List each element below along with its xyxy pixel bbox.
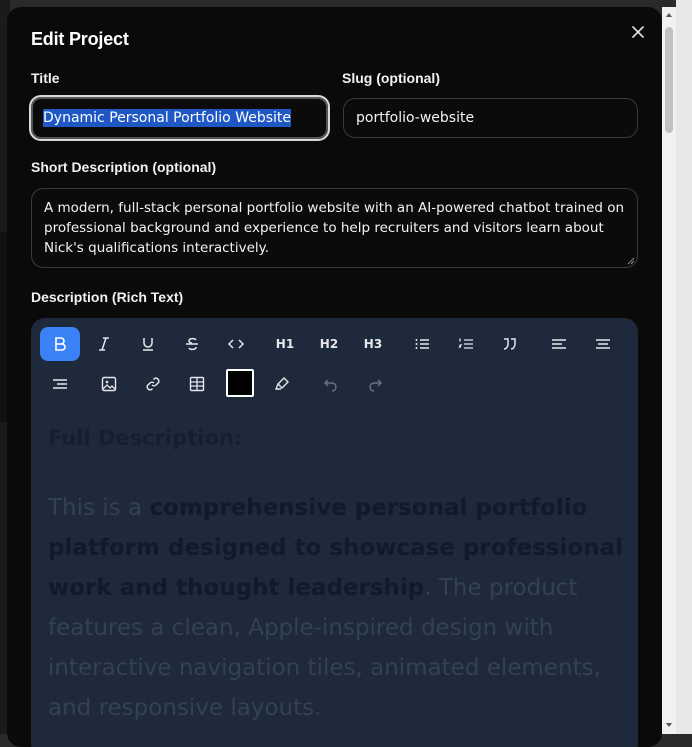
short-description-textarea[interactable]: A modern, full-stack personal portfolio … [31,188,638,268]
italic-icon [99,337,109,351]
ordered-list-button[interactable] [446,327,486,361]
slug-input[interactable]: portfolio-website [343,98,638,138]
blockquote-button[interactable] [490,327,530,361]
editor-content[interactable]: Full Description: This is a comprehensiv… [48,426,623,728]
undo-button[interactable] [311,367,351,401]
align-right-button[interactable] [40,367,80,401]
image-icon [101,376,117,392]
highlighter-icon [274,377,289,390]
rich-text-editor[interactable]: H1 H2 H3 Full Description: This is a com… [31,318,638,747]
heading3-button[interactable]: H3 [353,327,393,361]
align-center-button[interactable] [583,327,623,361]
heading3-label: H3 [363,337,383,351]
redo-icon [369,379,382,392]
slug-label: Slug (optional) [342,70,440,86]
short-description-value: A modern, full-stack personal portfolio … [44,200,625,256]
scroll-up-icon[interactable] [665,11,673,19]
slug-input-value: portfolio-website [356,110,475,126]
quote-icon [503,338,516,350]
heading1-label: H1 [275,337,295,351]
editor-text-intro: This is a [48,495,150,521]
editor-heading: Full Description: [48,426,243,450]
underline-icon [143,338,153,351]
short-description-label: Short Description (optional) [31,159,217,175]
insert-link-button[interactable] [133,367,173,401]
align-right-icon [53,379,67,389]
table-icon [189,376,205,392]
bold-icon [55,337,66,351]
resize-handle-icon[interactable] [627,257,635,265]
underline-button[interactable] [128,327,168,361]
bullet-list-button[interactable] [402,327,442,361]
window-edge [676,0,692,734]
strikethrough-icon [186,337,198,351]
heading2-button[interactable]: H2 [309,327,349,361]
link-icon [146,377,160,391]
highlight-button[interactable] [262,367,302,401]
heading1-button[interactable]: H1 [265,327,305,361]
italic-button[interactable] [84,327,124,361]
close-icon [632,26,644,38]
editor-paragraph: This is a comprehensive personal portfol… [48,488,623,728]
title-label: Title [31,70,60,86]
redo-button[interactable] [355,367,395,401]
scrollbar-thumb[interactable] [665,27,673,133]
align-left-button[interactable] [539,327,579,361]
text-color-picker[interactable] [226,369,254,397]
title-input-value: Dynamic Personal Portfolio Website [43,109,292,127]
strikethrough-button[interactable] [172,327,212,361]
scroll-down-icon[interactable] [665,721,673,729]
close-button[interactable] [627,21,649,43]
insert-table-button[interactable] [177,367,217,401]
bullet-list-icon [415,339,429,349]
code-icon [227,339,245,349]
align-left-icon [552,339,566,349]
title-input[interactable]: Dynamic Personal Portfolio Website [29,95,330,141]
bold-button[interactable] [40,327,80,361]
insert-image-button[interactable] [89,367,129,401]
undo-icon [324,379,337,392]
description-label: Description (Rich Text) [31,289,184,305]
modal-title: Edit Project [31,29,129,49]
heading2-label: H2 [319,337,339,351]
edit-project-modal: Edit Project Title Dynamic Personal Port… [7,7,662,747]
align-center-icon [596,339,610,349]
code-button[interactable] [216,327,256,361]
page-scrollbar[interactable] [662,7,676,734]
ordered-list-icon [458,338,473,349]
